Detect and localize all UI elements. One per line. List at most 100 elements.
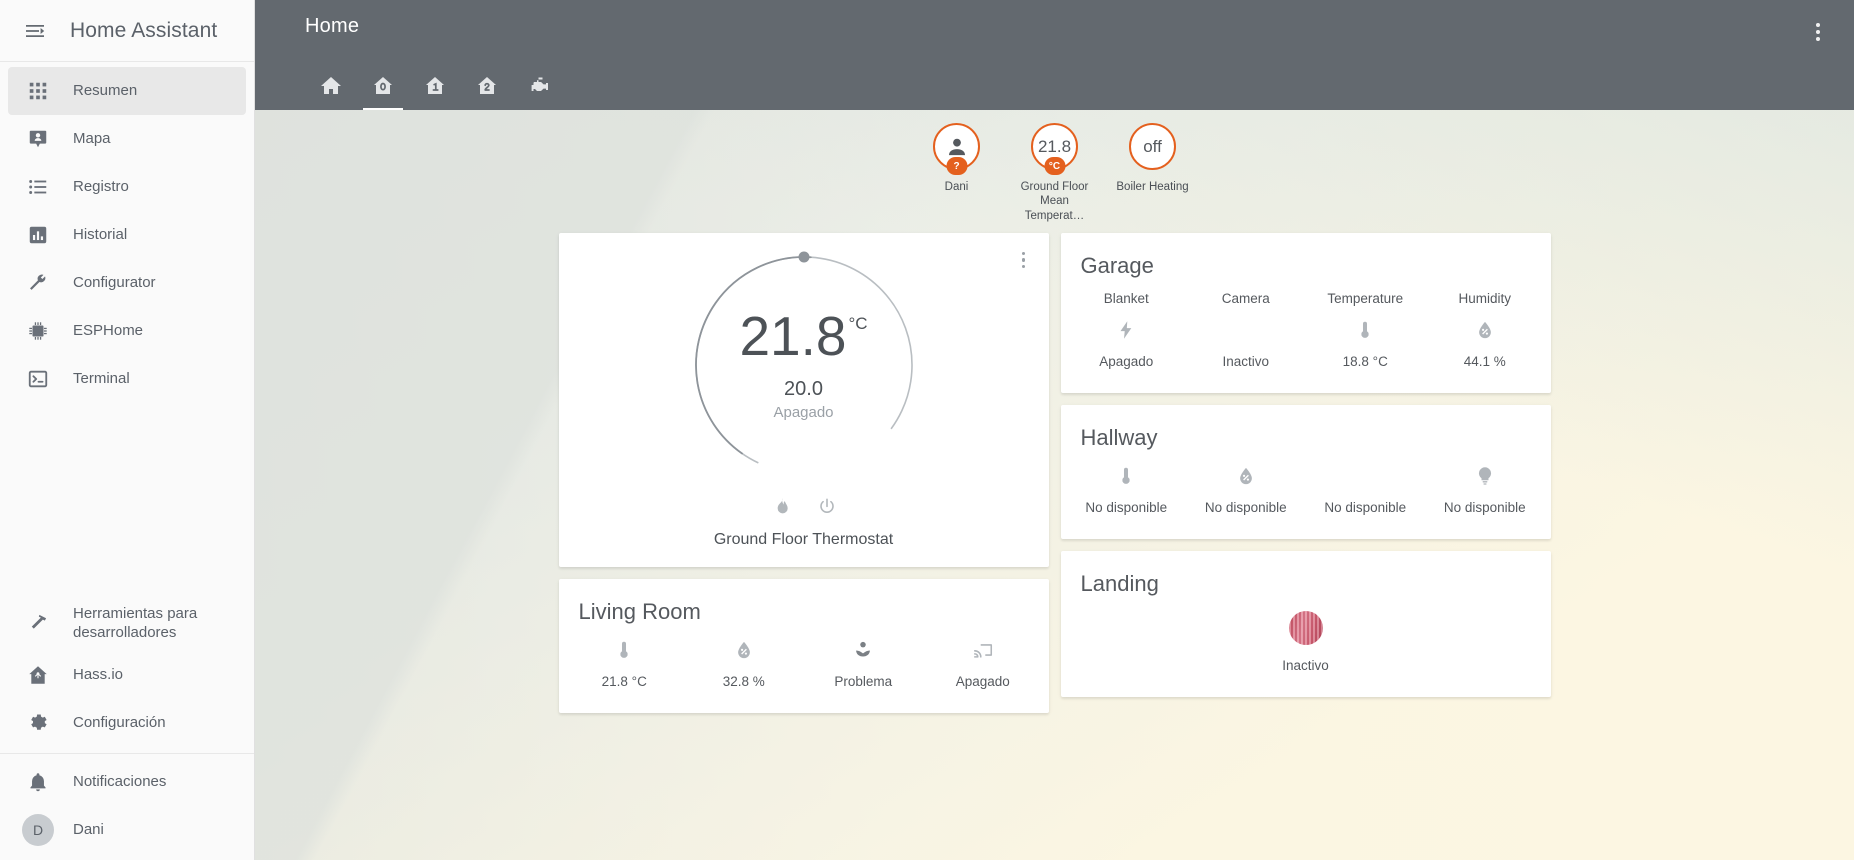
thermostat-current-temperature-wrap: 21.8 °C [739,309,867,364]
home-floor-1-icon [426,77,444,94]
flame-icon[interactable] [771,497,791,517]
thermostat-name: Ground Floor Thermostat [713,531,894,549]
thermostat-current-temperature: 21.8 [739,305,847,368]
badge-label: Boiler Heating [1116,181,1189,193]
badge-circle: ? [933,123,980,175]
avatar: D [22,814,54,846]
glance-item-plant[interactable]: Problema [804,631,924,695]
app-toolbar: Home [255,0,1854,110]
sidebar-item-label: Registro [73,178,129,196]
tab-engine[interactable] [513,62,565,110]
glance-value: No disponible [1324,500,1407,516]
tab-floor-2[interactable] [461,62,513,110]
glance-item-camera[interactable]: Inactivo [1246,603,1366,679]
glance-head: Temperature [1327,291,1404,307]
glance-item-humidity[interactable]: Humidity 44.1 % [1425,285,1545,375]
glance-head: Blanket [1103,291,1149,307]
sidebar-item-label: Notificaciones [73,773,167,791]
camera-thumbnail-icon [1288,609,1323,647]
living-room-glance: 21.8 °C 32.8 % Problema Apagado [559,625,1049,713]
glance-item-blanket[interactable]: Blanket Apagado [1067,285,1187,375]
sidebar-item-mapa[interactable]: Mapa [8,115,246,163]
sidebar-item-configuracion[interactable]: Configuración [8,699,246,747]
badge-ground-floor-mean-temperature[interactable]: 21.8 °C Ground Floor Mean Temperat… [1016,123,1094,223]
glance-item-temperature[interactable]: 21.8 °C [565,631,685,695]
dots-vertical-glyph [1816,23,1820,41]
sidebar-item-label: Hass.io [73,666,124,684]
glance-item-cast[interactable]: Apagado [923,631,1043,695]
dots-vertical-icon[interactable] [1798,12,1838,52]
sidebar-item-historial[interactable]: Historial [8,211,246,259]
glance-value: 18.8 °C [1342,354,1388,370]
apps-grid-icon [22,75,54,107]
thermometer-icon [613,637,635,663]
badge-sub-label: ? [946,157,967,175]
tab-floor-0[interactable] [357,62,409,110]
badge-row: ? Dani 21.8 °C Ground Floor Mean Tempera… [255,110,1854,223]
format-list-icon [22,171,54,203]
thermostat-dial[interactable]: 21.8 °C 20.0 Apagado [686,247,922,483]
sidebar-item-registro[interactable]: Registro [8,163,246,211]
badge-sub-label: °C [1044,157,1065,175]
glance-value: 44.1 % [1463,354,1506,370]
glance-item-unknown[interactable]: No disponible [1306,457,1426,521]
hallway-glance: No disponible No disponible No disponibl… [1061,451,1551,539]
sidebar-item-terminal[interactable]: Terminal [8,355,246,403]
glance-item-light[interactable]: No disponible [1425,457,1545,521]
water-percent-icon [1235,463,1257,489]
tab-home[interactable] [305,62,357,110]
glance-item-camera[interactable]: Camera Inactivo [1186,285,1306,375]
chart-box-icon [22,219,54,251]
glance-head: Camera [1221,291,1270,307]
sidebar-user-label: Dani [73,821,104,839]
camera-thumbnail [1288,611,1323,646]
badge-dani[interactable]: ? Dani [918,123,996,223]
garage-glance: Blanket Apagado Camera Inactivo Temperat… [1061,279,1551,393]
map-marker-account-icon [22,123,54,155]
engine-icon [531,77,548,91]
sidebar-item-notificaciones[interactable]: Notificaciones [8,758,246,806]
flower-icon [852,637,874,663]
view-tabs [305,62,565,110]
glance-value: Inactivo [1282,658,1329,674]
glance-item-humidity[interactable]: 32.8 % [684,631,804,695]
sidebar: Home Assistant Resumen Mapa Registro His… [0,0,255,860]
glance-item-temperature[interactable]: No disponible [1067,457,1187,521]
glance-value: Apagado [955,674,1010,690]
badge-label: Dani [944,181,969,193]
badge-label: Ground Floor Mean Temperat… [1020,181,1089,222]
glance-item-humidity[interactable]: No disponible [1186,457,1306,521]
tab-floor-1[interactable] [409,62,461,110]
column-left: 21.8 °C 20.0 Apagado Ground Floor Thermo… [558,233,1049,714]
badge-value: 21.8 [1037,136,1072,156]
glance-value: No disponible [1443,500,1526,516]
bell-icon [22,766,54,798]
water-percent-icon [733,637,755,663]
power-icon[interactable] [817,497,837,517]
console-icon [22,363,54,395]
flash-icon [1115,317,1137,343]
app-root: Home Assistant Resumen Mapa Registro His… [0,0,1854,860]
sidebar-item-user[interactable]: D Dani [8,806,246,854]
account-icon [948,138,965,155]
menu-collapse-icon[interactable] [14,10,56,52]
glance-head: Humidity [1458,291,1511,307]
hallway-card: Hallway No disponible No disponible No d… [1060,405,1551,540]
hammer-icon [22,607,54,639]
lightbulb-icon [1474,463,1496,489]
badge-boiler-heating[interactable]: off Boiler Heating [1114,123,1192,223]
card-title: Hallway [1080,425,1158,451]
sidebar-item-resumen[interactable]: Resumen [8,67,246,115]
sidebar-item-developer-tools[interactable]: Herramientas para desarrolladores [8,595,246,651]
sidebar-item-esphome[interactable]: ESPHome [8,307,246,355]
glance-item-temperature[interactable]: Temperature 18.8 °C [1306,285,1426,375]
sidebar-item-configurator[interactable]: Configurator [8,259,246,307]
home-floor-0-icon [374,77,392,94]
sidebar-item-hassio[interactable]: Hass.io [8,651,246,699]
garage-card: Garage Blanket Apagado Camera Inactivo T… [1060,233,1551,394]
sidebar-item-label: Resumen [73,82,138,100]
badge-circle: off [1129,123,1176,170]
sidebar-bottom-list: Herramientas para desarrolladores Hass.i… [0,595,254,860]
glance-value: No disponible [1204,500,1287,516]
cog-icon [22,707,54,739]
